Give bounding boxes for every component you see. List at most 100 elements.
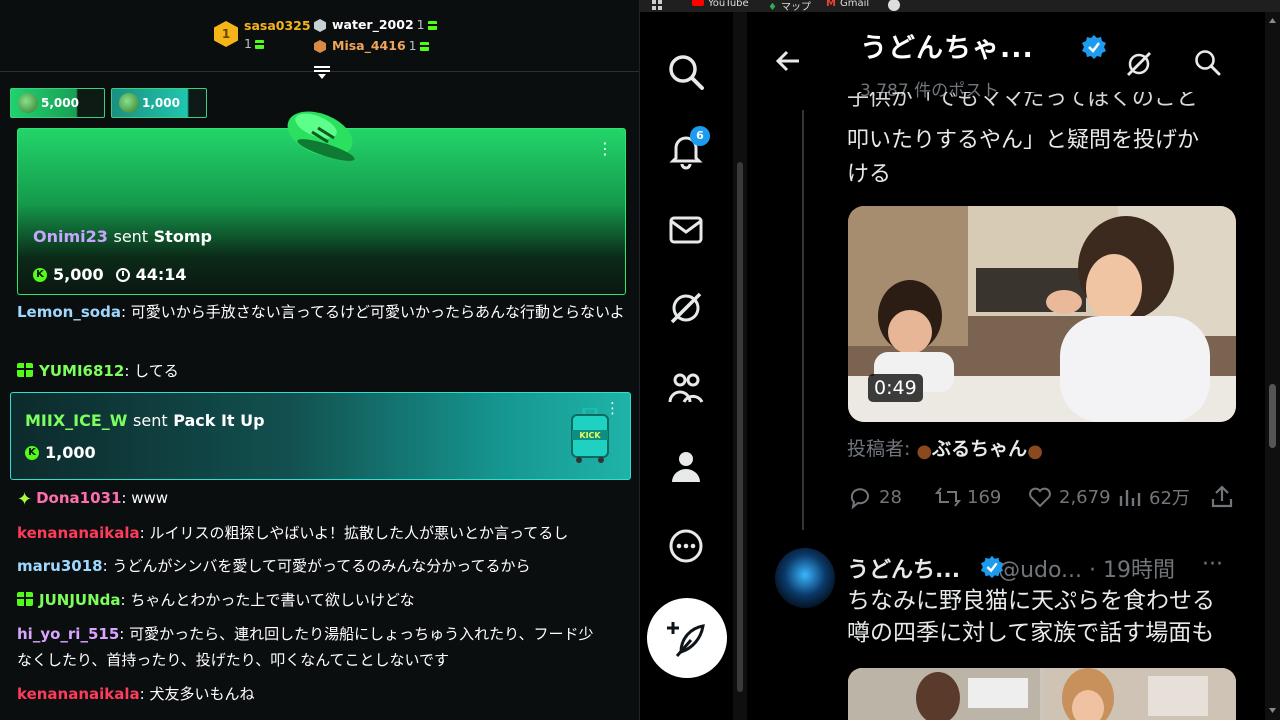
youtube-icon [692,0,704,6]
author-handle[interactable]: @udo... [998,558,1082,583]
more-circle-icon[interactable] [666,526,706,566]
chat-message: YUMI6812: してる [17,359,627,384]
poster-credit: 投稿者: ●ぶるちゃん● [847,438,1043,462]
chat-username[interactable]: hi_yo_ri_515 [17,625,119,643]
notification-count-badge: 6 [690,126,710,146]
svg-text:KICK: KICK [579,431,601,440]
chat-message: kenananaikala: 犬友多いもんね [17,685,255,703]
media-thumbnails [848,668,1236,720]
scroll-up-icon[interactable] [1268,16,1277,25]
video-duration: 0:49 [868,374,923,402]
repost-icon [935,487,961,507]
bookmark-bar: YouTube ♦ マップ M Gmail [640,0,1280,12]
chat-username[interactable]: kenananaikala [17,524,140,542]
views-chart-icon [1119,490,1141,506]
thread-connector-line [802,110,804,530]
poop-emoji-icon: ● [916,441,933,462]
pinned-gift-5000[interactable]: 5,000 [10,88,105,118]
scroll-down-icon[interactable] [1268,706,1277,715]
profile-timeline: うどんちゃ... 3,787 件のポスト 子供が「でもママだってぼくのこと 叩い… [747,12,1267,720]
profile-icon[interactable] [666,446,706,486]
gift-card-pack-it-up[interactable]: ⋮ MIIX_ICE_W sent Pack It Up K 1,000 KICK [10,392,631,480]
author-name[interactable]: うどんち... [847,558,960,583]
verified-badge-icon [980,555,1004,579]
back-arrow-icon[interactable] [775,48,801,74]
reply-button[interactable]: 28 [847,484,902,510]
leaderboard-count-1: 1 [244,36,264,51]
rank-1-badge: 1 [214,21,238,47]
search-icon[interactable] [666,52,706,92]
rank-2-badge [314,19,326,32]
compose-post-button[interactable] [647,598,727,678]
chat-username[interactable]: Dona1031 [36,489,121,507]
bookmark-youtube[interactable]: YouTube [692,0,749,9]
more-options-icon[interactable]: ··· [1202,552,1223,577]
feather-plus-icon [667,622,705,657]
gifter-badge-icon [17,592,33,606]
messages-envelope-icon[interactable] [666,210,706,250]
nav-scrollbar[interactable] [733,12,747,720]
gifter-avatar [18,93,38,113]
poster-name[interactable]: ぶるちゃん [932,438,1027,460]
tweet-media[interactable] [848,668,1236,720]
gift-card-meta: K 1,000 [25,443,96,462]
collapse-leaderboard-button[interactable] [314,64,330,79]
communities-icon[interactable] [666,368,706,408]
chat-text: うどんがシンバを愛して可愛がってるのみんな分かってるから [112,557,531,575]
author-avatar[interactable] [775,548,835,608]
profile-name: うどんちゃ... [860,33,1034,64]
pinned-gift-1000[interactable]: 1,000 [111,88,207,118]
chat-message: ✦ Dona1031: www [17,489,169,510]
chat-text: 可愛いから手放さない言ってるけど可愛いかったらあんな行動とらないよ [130,303,625,321]
clock-icon [115,267,130,282]
bookmark-gmail[interactable]: M Gmail [826,0,869,9]
kick-coin-icon: K [25,445,39,460]
chat-message: Lemon_soda: 可愛いから手放さない言ってるけど可愛いかったらあんな行動… [17,303,625,321]
like-button[interactable]: 2,679 [1027,484,1111,510]
chat-message: kenananaikala: ルイリスの粗探しやばいよ！拡散した人が悪いとか言っ… [17,524,569,542]
suitcase-icon: KICK [571,408,609,463]
chat-message: maru3018: うどんがシンバを愛して可愛がってるのみんな分かってるから [17,557,531,575]
chat-message-continued: なくしたり、首持ったり、投げたり、叩くなんてことしないです [17,648,627,673]
tweet-text-line: ける [847,162,892,187]
gift-card-title: MIIX_ICE_W sent Pack It Up [25,411,265,430]
chat-username[interactable]: maru3018 [17,557,103,575]
views-button[interactable]: 62万 [1117,484,1190,510]
stomp-shoe-icon [287,111,355,161]
chat-message: hi_yo_ri_515: 可愛かったら、連れ回したり湯船にしょっちゅう入れたり… [17,625,594,643]
chat-panel: 1 sasa0325 1 water_2002 1 Misa_4416 1 5,00… [0,0,640,720]
leaderboard-user-2[interactable]: water_2002 1 [314,17,437,32]
chat-text: ちゃんとわかった上で書いて欲しいけどな [130,591,415,609]
repost-button[interactable]: 169 [935,484,1001,510]
poop-emoji-icon: ● [1027,441,1043,462]
heart-icon [1029,487,1051,508]
chat-username[interactable]: YUMI6812 [39,362,124,380]
chat-text: www [131,489,169,507]
bookmark-maps[interactable]: ♦ マップ [768,0,811,12]
apps-grid-icon[interactable] [652,0,664,10]
share-icon[interactable] [1209,484,1235,510]
chat-username[interactable]: kenananaikala [17,685,140,703]
chat-text: ルイリスの粗探しやばいよ！拡散した人が悪いとか言ってるし [149,524,569,542]
search-icon[interactable] [1193,48,1221,76]
side-navigation: 6 [640,12,734,720]
grok-icon[interactable] [1125,50,1153,78]
chat-username[interactable]: JUNJUNda [39,591,121,609]
tweet-time[interactable]: · 19時間 [1089,558,1175,583]
gift-icon [254,40,264,49]
grok-icon[interactable] [666,288,706,328]
tweet-video[interactable]: 0:49 [848,206,1236,422]
gift-card-title: Onimi23 sent Stomp [33,227,212,246]
chat-message: JUNJUNda: ちゃんとわかった上で書いて欲しいけどな [17,588,627,613]
more-options-icon[interactable]: ⋮ [597,139,613,158]
tweet-actions: 28 169 2,679 62万 [847,482,1247,514]
page-scrollbar[interactable] [1265,12,1280,720]
gift-icon [427,21,437,30]
extension-icon[interactable] [888,0,900,11]
leaderboard-user-3[interactable]: Misa_4416 1 [314,38,429,53]
leaderboard-user-1[interactable]: sasa0325 [244,18,311,33]
tweet-text-line: ちなみに野良猫に天ぷらを食わせる [847,588,1215,614]
verified-badge-icon [1082,35,1106,59]
tweet-header: うどんち... @udo... · 19時間 [847,552,1175,584]
chat-username[interactable]: Lemon_soda [17,303,121,321]
